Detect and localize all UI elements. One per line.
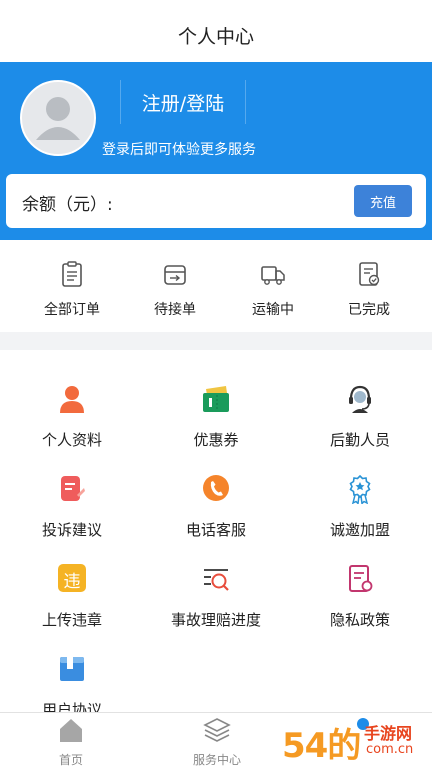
- watermark-logo: 54的: [282, 726, 361, 766]
- pending-orders-button[interactable]: 待接单: [130, 260, 220, 330]
- completed-orders-label: 已完成: [348, 302, 390, 318]
- tab-service-center-label: 服务中心: [192, 753, 241, 767]
- tab-home[interactable]: 首页: [26, 716, 116, 768]
- complaints-button[interactable]: 投诉建议: [0, 474, 144, 554]
- logistics-staff-button[interactable]: 后勤人员: [288, 384, 432, 464]
- truck-icon: [261, 266, 285, 285]
- login-hint: 登录后即可体验更多服务: [102, 142, 256, 158]
- login-register-label: 注册/登陆: [141, 93, 225, 115]
- violation-icon-char: 违: [63, 572, 81, 592]
- upload-violation-label: 上传违章: [41, 611, 102, 629]
- login-register-button[interactable]: 注册/登陆: [120, 80, 246, 124]
- balance-label: 余额（元）:: [22, 195, 113, 215]
- franchise-label: 诚邀加盟: [329, 521, 390, 539]
- franchise-button[interactable]: 诚邀加盟: [288, 474, 432, 554]
- user-silhouette-icon: [36, 97, 80, 140]
- headset-icon: [349, 385, 371, 413]
- phone-support-label: 电话客服: [185, 521, 246, 539]
- page-title: 个人中心: [177, 26, 254, 48]
- privacy-policy-button[interactable]: 隐私政策: [288, 564, 432, 644]
- title-bar: 个人中心: [0, 0, 432, 63]
- in-transit-label: 运输中: [252, 302, 294, 318]
- book-icon: [60, 657, 84, 681]
- claim-progress-label: 事故理赔进度: [170, 611, 261, 629]
- all-orders-label: 全部订单: [44, 302, 100, 318]
- feedback-icon: [61, 476, 85, 501]
- progress-search-icon: [204, 569, 229, 591]
- completed-orders-button[interactable]: 已完成: [324, 260, 414, 330]
- home-icon: [60, 719, 82, 742]
- policy-icon: [349, 565, 373, 592]
- recharge-button[interactable]: 充值: [354, 185, 412, 217]
- all-orders-button[interactable]: 全部订单: [27, 260, 117, 330]
- tab-service-center[interactable]: 服务中心: [172, 716, 262, 768]
- inbox-arrow-icon: [164, 265, 186, 285]
- phone-support-button[interactable]: 电话客服: [144, 474, 288, 554]
- tab-home-label: 首页: [58, 753, 83, 767]
- profile-info-label: 个人资料: [41, 431, 102, 449]
- phone-icon: [203, 475, 229, 501]
- claim-progress-button[interactable]: 事故理赔进度: [144, 564, 288, 644]
- violation-icon: 违: [58, 564, 86, 592]
- layers-icon: [203, 718, 231, 742]
- logistics-staff-label: 后勤人员: [329, 431, 390, 449]
- check-document-icon: [359, 262, 380, 286]
- coupon-icon: [203, 386, 229, 412]
- watermark-domain: com.cn: [366, 742, 414, 757]
- in-transit-button[interactable]: 运输中: [228, 260, 318, 330]
- person-icon: [60, 386, 84, 413]
- watermark-site-text: 手游网: [364, 724, 413, 743]
- pending-orders-label: 待接单: [154, 302, 196, 318]
- clipboard-icon: [62, 261, 82, 287]
- coupons-label: 优惠券: [193, 431, 239, 449]
- avatar[interactable]: [20, 80, 96, 156]
- site-watermark: 54的 手游网 com.cn: [280, 712, 432, 768]
- upload-violation-button[interactable]: 违 上传违章: [0, 564, 144, 644]
- privacy-policy-label: 隐私政策: [329, 611, 390, 629]
- profile-info-button[interactable]: 个人资料: [0, 384, 144, 464]
- coupons-button[interactable]: 优惠券: [144, 384, 288, 464]
- complaints-label: 投诉建议: [41, 521, 102, 539]
- award-icon: [349, 474, 371, 504]
